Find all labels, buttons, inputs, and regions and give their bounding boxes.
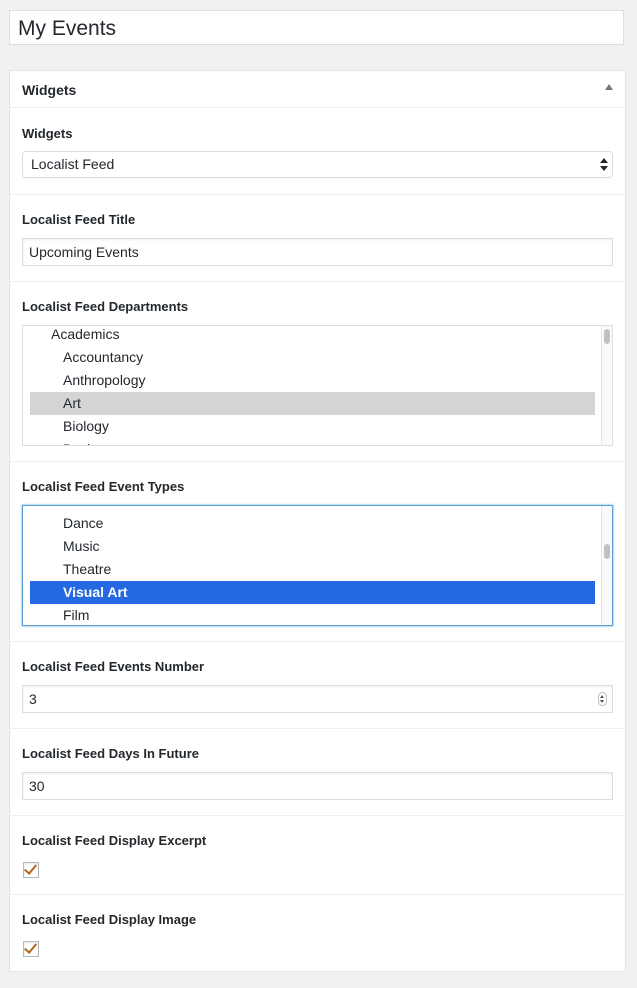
list-item[interactable]: Theatre xyxy=(30,558,595,581)
days-in-future-input[interactable]: 30 xyxy=(22,772,613,800)
display-excerpt-label: Localist Feed Display Excerpt xyxy=(22,833,207,848)
widgets-select-value: Localist Feed xyxy=(31,156,115,172)
list-item[interactable]: Biology xyxy=(30,415,595,438)
list-item[interactable]: Anthropology xyxy=(30,369,595,392)
display-excerpt-field: Localist Feed Display Excerpt xyxy=(10,816,625,895)
widgets-panel: Widgets Widgets Localist Feed Localist F… xyxy=(9,70,626,972)
event-types-listbox[interactable]: Dance Music Theatre Visual Art Film xyxy=(22,505,613,626)
event-types-scrollbar[interactable] xyxy=(601,506,612,625)
list-item[interactable]: Film xyxy=(30,604,595,625)
departments-label: Localist Feed Departments xyxy=(22,299,189,314)
display-excerpt-checkbox[interactable] xyxy=(23,861,39,878)
scrollbar-thumb[interactable] xyxy=(604,329,610,344)
widgets-label: Widgets xyxy=(22,126,73,141)
widgets-select[interactable]: Localist Feed xyxy=(22,151,613,178)
page-title-input[interactable]: My Events xyxy=(9,10,624,45)
number-stepper-icon[interactable] xyxy=(598,692,607,706)
feed-title-field: Localist Feed Title Upcoming Events xyxy=(10,195,625,282)
list-item-selected[interactable]: Art xyxy=(30,392,595,415)
events-number-value: 3 xyxy=(29,691,37,707)
list-item[interactable]: Academics xyxy=(30,326,595,346)
panel-header[interactable]: Widgets xyxy=(10,71,625,108)
feed-title-input[interactable]: Upcoming Events xyxy=(22,238,613,266)
feed-title-label: Localist Feed Title xyxy=(22,212,136,227)
departments-field: Localist Feed Departments Academics Acco… xyxy=(10,282,625,462)
days-in-future-field: Localist Feed Days In Future 30 xyxy=(10,729,625,816)
display-image-checkbox[interactable] xyxy=(23,940,39,957)
display-image-label: Localist Feed Display Image xyxy=(22,912,197,927)
widgets-field: Widgets Localist Feed xyxy=(10,108,625,195)
list-item[interactable]: Accountancy xyxy=(30,346,595,369)
list-item[interactable]: Music xyxy=(30,535,595,558)
days-in-future-label: Localist Feed Days In Future xyxy=(22,746,199,761)
departments-scrollbar[interactable] xyxy=(601,326,612,445)
panel-title: Widgets xyxy=(22,82,77,98)
events-number-label: Localist Feed Events Number xyxy=(22,659,205,674)
select-arrows-icon xyxy=(600,158,608,172)
list-item[interactable]: Dance xyxy=(30,512,595,535)
checkmark-icon xyxy=(23,861,38,875)
checkmark-icon xyxy=(23,940,38,954)
scrollbar-thumb[interactable] xyxy=(604,544,610,559)
display-image-field: Localist Feed Display Image xyxy=(10,895,625,971)
list-item[interactable]: Business xyxy=(30,438,595,445)
event-types-field: Localist Feed Event Types Dance Music Th… xyxy=(10,462,625,642)
events-number-input[interactable]: 3 xyxy=(22,685,613,713)
events-number-field: Localist Feed Events Number 3 xyxy=(10,642,625,729)
collapse-arrow-icon[interactable] xyxy=(605,84,613,90)
departments-listbox[interactable]: Academics Accountancy Anthropology Art B… xyxy=(22,325,613,446)
list-item-selected[interactable]: Visual Art xyxy=(30,581,595,604)
event-types-label: Localist Feed Event Types xyxy=(22,479,185,494)
